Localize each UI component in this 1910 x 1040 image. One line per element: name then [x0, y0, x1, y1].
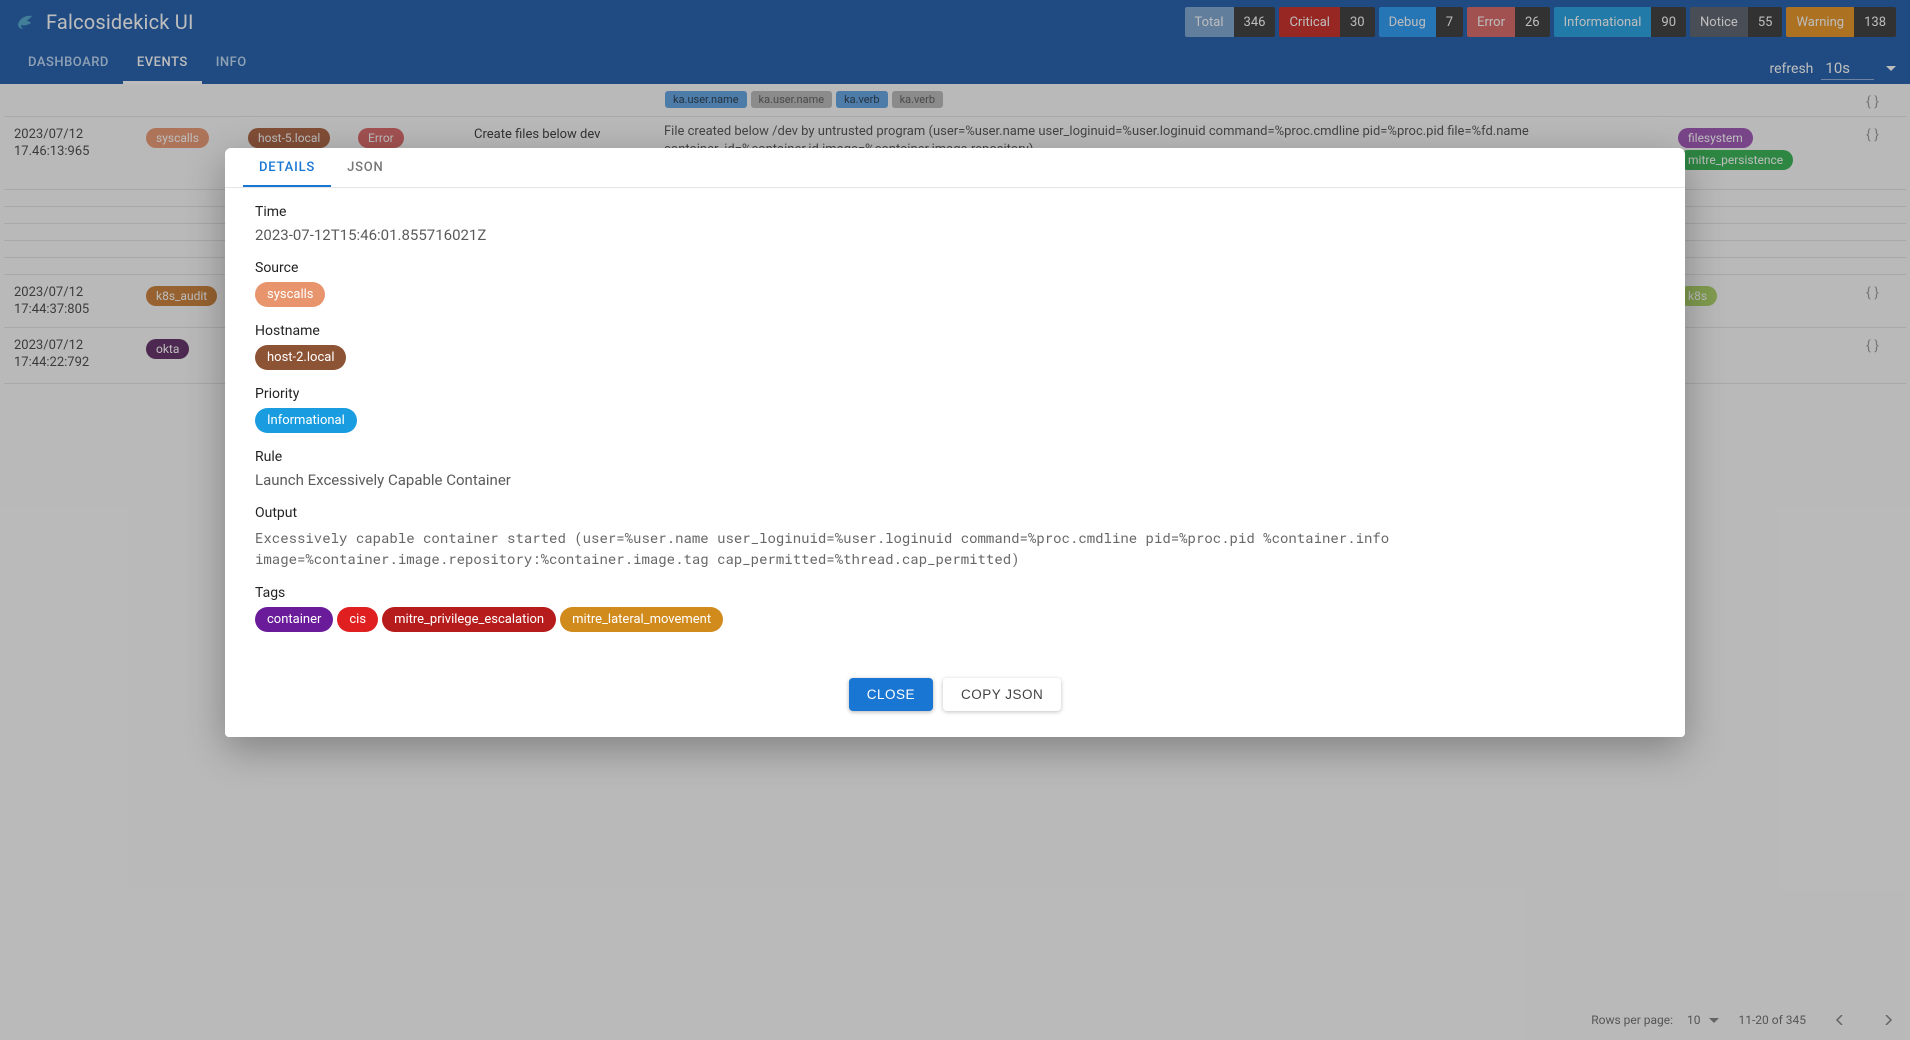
tags-row: containercismitre_privilege_escalationmi…: [255, 607, 1655, 632]
priority-label: Priority: [255, 386, 1655, 402]
tag-chip: mitre_lateral_movement: [560, 607, 723, 632]
modal-overlay[interactable]: DETAILSJSON Time 2023-07-12T15:46:01.855…: [0, 0, 1910, 1040]
hostname-label: Hostname: [255, 323, 1655, 339]
source-chip: syscalls: [255, 282, 325, 307]
close-button[interactable]: CLOSE: [849, 678, 933, 711]
rule-label: Rule: [255, 449, 1655, 465]
dialog-tab-json[interactable]: JSON: [331, 148, 399, 187]
output-value: Excessively capable container started (u…: [255, 527, 1655, 569]
rule-value: Launch Excessively Capable Container: [255, 471, 1655, 489]
time-value: 2023-07-12T15:46:01.855716021Z: [255, 226, 1655, 244]
priority-chip: Informational: [255, 408, 357, 433]
time-label: Time: [255, 204, 1655, 220]
tags-label: Tags: [255, 585, 1655, 601]
event-details-dialog: DETAILSJSON Time 2023-07-12T15:46:01.855…: [225, 148, 1685, 737]
hostname-chip: host-2.local: [255, 345, 346, 370]
tag-chip: container: [255, 607, 333, 632]
dialog-tabs: DETAILSJSON: [225, 148, 1685, 188]
copy-json-button[interactable]: COPY JSON: [943, 678, 1061, 711]
output-label: Output: [255, 505, 1655, 521]
tag-chip: mitre_privilege_escalation: [382, 607, 556, 632]
source-label: Source: [255, 260, 1655, 276]
dialog-tab-details[interactable]: DETAILS: [243, 148, 331, 187]
tag-chip: cis: [337, 607, 378, 632]
